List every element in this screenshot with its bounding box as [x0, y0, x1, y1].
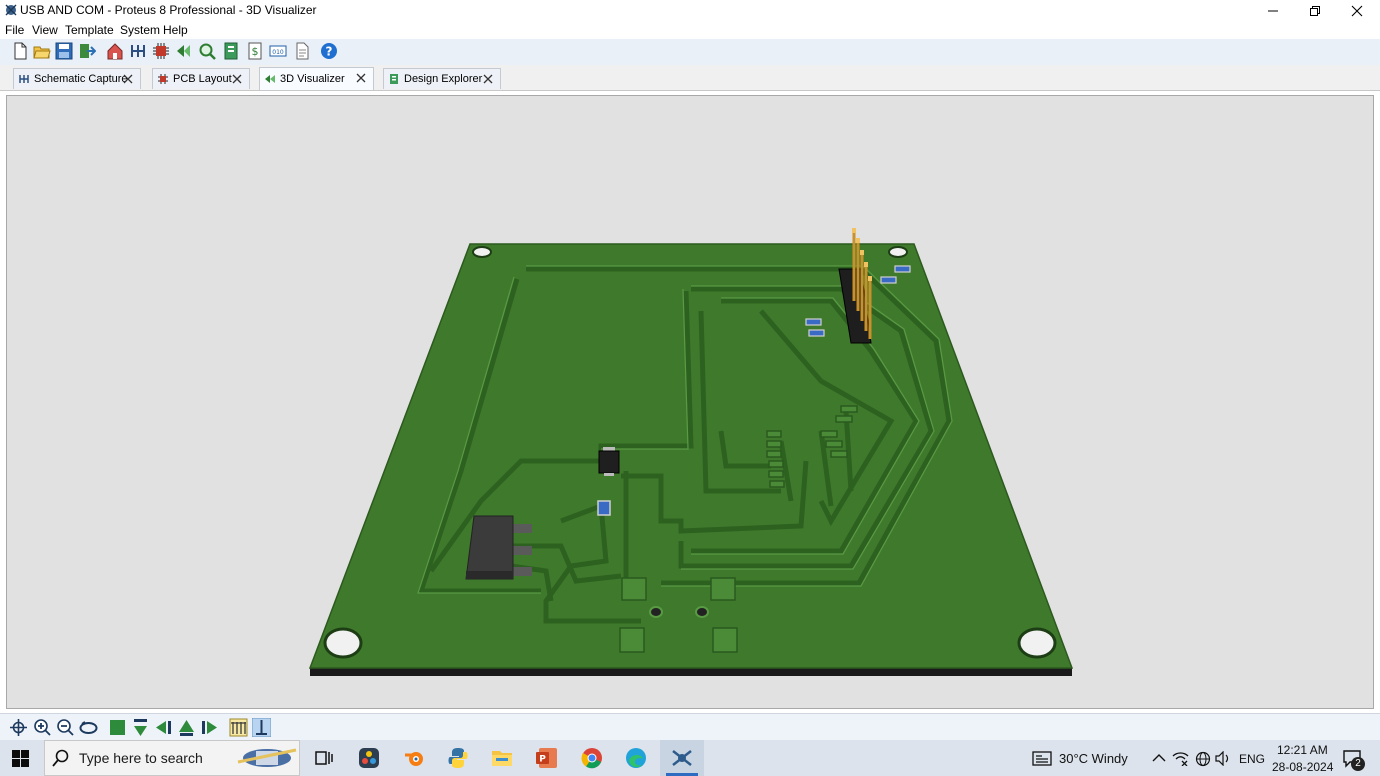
pcb-icon[interactable]: [152, 42, 170, 60]
mounting-hole: [323, 627, 363, 659]
close-window-button[interactable]: [1334, 0, 1380, 21]
open-folder-icon[interactable]: [33, 42, 51, 60]
weather-news-icon[interactable]: [1032, 751, 1052, 766]
ic-component: [598, 447, 620, 476]
chrome-icon[interactable]: [580, 746, 604, 770]
new-file-icon[interactable]: [11, 42, 29, 60]
view-top-icon[interactable]: [131, 718, 150, 737]
show-height-icon[interactable]: [229, 718, 248, 737]
proteus-icon: [672, 750, 692, 766]
view-right-icon[interactable]: [200, 718, 219, 737]
proteus-app-icon: [5, 4, 17, 16]
file-explorer-icon[interactable]: [490, 746, 514, 770]
zoom-out-icon[interactable]: [56, 718, 75, 737]
menu-template[interactable]: Template: [65, 23, 114, 37]
minimize-icon: [1268, 10, 1278, 11]
view-left-icon[interactable]: [154, 718, 173, 737]
windows-start-icon[interactable]: [12, 750, 29, 767]
schematic-icon: [19, 75, 29, 83]
save-icon[interactable]: [55, 42, 73, 60]
tab-schematic-capture[interactable]: Schematic Capture: [13, 68, 141, 89]
via: [649, 606, 663, 618]
python-icon[interactable]: [446, 746, 470, 770]
main-toolbar: $ 010 ?: [0, 39, 1380, 65]
3d-visualizer-icon: [265, 75, 275, 83]
rotate-icon[interactable]: [79, 718, 98, 737]
task-view-icon[interactable]: [312, 746, 336, 770]
notification-count-badge: 2: [1351, 757, 1365, 771]
tab-label: Schematic Capture: [34, 73, 128, 85]
bill-of-materials-icon[interactable]: $: [246, 42, 264, 60]
menu-view[interactable]: View: [32, 23, 58, 37]
menu-system[interactable]: System: [120, 23, 160, 37]
home-icon[interactable]: [106, 42, 124, 60]
close-tab-icon[interactable]: [355, 72, 367, 84]
chevron-up-icon[interactable]: [1152, 752, 1166, 764]
view-front-icon[interactable]: [177, 718, 196, 737]
mounting-hole: [888, 246, 908, 258]
search-highlight-image: [237, 748, 297, 767]
zoom-in-icon[interactable]: [33, 718, 52, 737]
tab-label: Design Explorer: [404, 73, 483, 85]
menu-file[interactable]: File: [5, 23, 24, 37]
zoom-icon[interactable]: [198, 42, 216, 60]
search-icon: [52, 749, 69, 767]
mounting-hole: [1017, 627, 1057, 659]
close-tab-icon[interactable]: [231, 73, 243, 85]
globe-icon[interactable]: [1195, 751, 1211, 767]
menu-bar: File View Template System Help: [0, 21, 1380, 39]
speaker-icon[interactable]: [1215, 751, 1232, 766]
notes-icon[interactable]: 010: [269, 42, 287, 60]
view-toolbar: [0, 713, 1380, 741]
3d-viewport[interactable]: [6, 95, 1374, 709]
import-icon[interactable]: [78, 42, 96, 60]
window-title: USB AND COM - Proteus 8 Professional - 3…: [20, 3, 317, 17]
tab-design-explorer[interactable]: Design Explorer: [383, 68, 501, 89]
edge-icon[interactable]: [624, 746, 648, 770]
svg-text:$: $: [252, 45, 259, 58]
language-indicator[interactable]: ENG: [1239, 752, 1265, 766]
clock-time[interactable]: 12:21 AM: [1277, 743, 1328, 757]
design-explorer-icon: [390, 74, 398, 84]
network-icon[interactable]: [1172, 751, 1189, 766]
restore-icon: [1310, 5, 1320, 16]
board-edge: [310, 668, 1072, 676]
pan-icon[interactable]: [9, 718, 28, 737]
close-tab-icon[interactable]: [482, 73, 494, 85]
tab-bar: Schematic Capture PCB Layout 3D Visualiz…: [0, 65, 1380, 91]
tab-label: 3D Visualizer: [280, 73, 345, 85]
board-view-icon[interactable]: [108, 718, 127, 737]
restore-button[interactable]: [1292, 0, 1338, 21]
document-icon[interactable]: [293, 42, 311, 60]
close-tab-icon[interactable]: [122, 73, 134, 85]
menu-help[interactable]: Help: [163, 23, 188, 37]
minimize-button[interactable]: [1250, 0, 1296, 21]
design-explorer-icon[interactable]: [222, 42, 240, 60]
via: [695, 606, 709, 618]
tab-label: PCB Layout: [173, 73, 232, 85]
help-icon[interactable]: ?: [320, 42, 338, 60]
svg-text:010: 010: [272, 49, 284, 56]
blender-icon[interactable]: [402, 746, 426, 770]
close-icon: [1351, 5, 1363, 16]
tab-3d-visualizer[interactable]: 3D Visualizer: [259, 67, 374, 90]
weather-text[interactable]: 30°C Windy: [1059, 751, 1128, 766]
powerpoint-icon[interactable]: P: [535, 746, 559, 770]
svg-text:P: P: [539, 755, 546, 765]
clock-date[interactable]: 28-08-2024: [1272, 760, 1333, 774]
proteus-taskbar-button[interactable]: [660, 740, 704, 776]
title-bar: USB AND COM - Proteus 8 Professional - 3…: [0, 0, 1380, 21]
schematic-icon[interactable]: [129, 42, 147, 60]
pcb-icon: [158, 74, 168, 84]
tab-pcb-layout[interactable]: PCB Layout: [152, 68, 250, 89]
pcb-board: [308, 243, 1074, 669]
davinci-resolve-icon[interactable]: [357, 746, 381, 770]
mounting-hole: [472, 246, 492, 258]
pcb-3d-render[interactable]: [7, 96, 1373, 708]
svg-text:?: ?: [326, 45, 333, 59]
voltage-regulator-component: [465, 515, 532, 580]
3d-visualizer-icon[interactable]: [175, 42, 193, 60]
search-placeholder: Type here to search: [79, 750, 203, 766]
height-marker-icon[interactable]: [252, 718, 271, 737]
